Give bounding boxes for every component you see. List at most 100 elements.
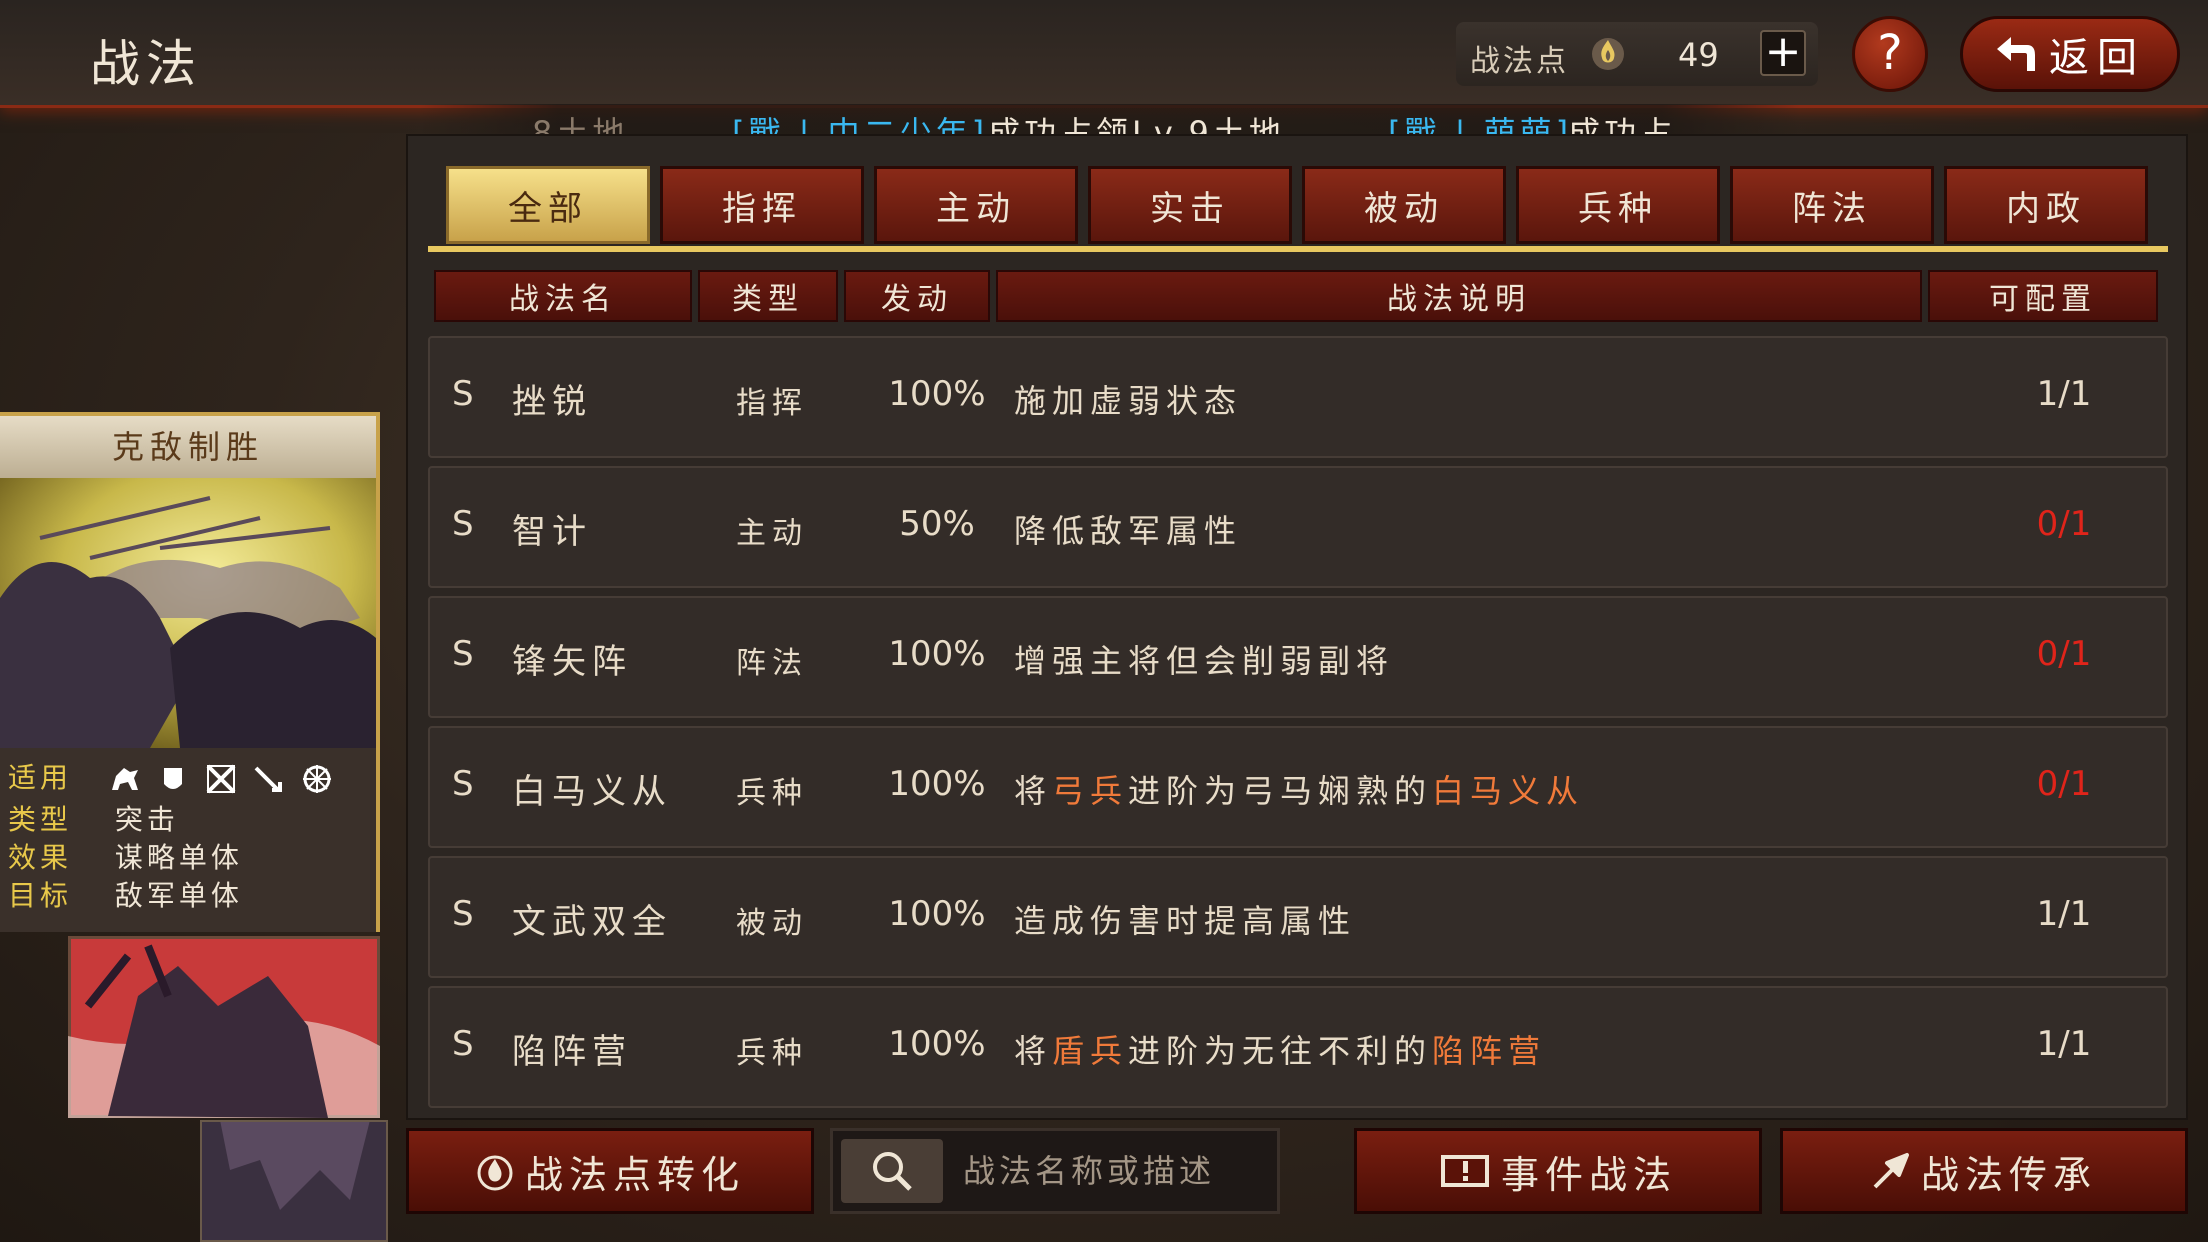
grade: S bbox=[452, 764, 480, 804]
category-tabs: 全部 指挥 主动 实击 被动 兵种 阵法 内政 bbox=[446, 166, 2148, 248]
tactic-type: 兵种 bbox=[736, 776, 808, 811]
grade: S bbox=[452, 634, 480, 674]
inherit-arrow-icon bbox=[1873, 1153, 1909, 1189]
table-row[interactable]: S 陷阵营 兵种 100% 将盾兵进阶为无往不利的陷阵营 1/1 bbox=[428, 986, 2168, 1108]
table-row[interactable]: S 锋矢阵 阵法 100% 增强主将但会削弱副将 0/1 bbox=[428, 596, 2168, 718]
tactic-description: 降低敌军属性 bbox=[1014, 512, 1243, 550]
type-value: 突击 bbox=[114, 803, 179, 836]
tab-command[interactable]: 指挥 bbox=[660, 166, 864, 244]
type-label: 类型 bbox=[8, 803, 73, 836]
tab-active[interactable]: 主动 bbox=[874, 166, 1078, 244]
tab-passive[interactable]: 被动 bbox=[1302, 166, 1506, 244]
tactic-name: 智计 bbox=[512, 512, 592, 552]
config-count: 1/1 bbox=[2036, 1024, 2092, 1064]
search-icon bbox=[873, 1152, 912, 1191]
back-button[interactable]: 返回 bbox=[1960, 16, 2180, 92]
trigger-rate: 100% bbox=[888, 374, 986, 414]
effect-label: 效果 bbox=[8, 841, 73, 874]
cavalry-icon bbox=[112, 768, 138, 790]
config-count: 1/1 bbox=[2036, 374, 2092, 414]
tactic-points-label: 战法点 bbox=[1470, 44, 1569, 79]
cavalry-charge-illustration bbox=[0, 478, 376, 748]
grade: S bbox=[452, 894, 480, 934]
card-info: 适用 类型 突击 效果 谋略单体 目标 敌军单体 bbox=[0, 748, 376, 932]
table-row[interactable]: S 智计 主动 50% 降低敌军属性 0/1 bbox=[428, 466, 2168, 588]
effect-value: 谋略单体 bbox=[114, 841, 243, 874]
tactic-name: 锋矢阵 bbox=[512, 642, 632, 682]
search-box[interactable] bbox=[830, 1128, 1280, 1214]
tab-assault[interactable]: 实击 bbox=[1088, 166, 1292, 244]
back-arrow-icon bbox=[1997, 37, 2035, 71]
grade: S bbox=[452, 504, 480, 544]
tactic-description: 将弓兵进阶为弓马娴熟的白马义从 bbox=[1014, 772, 1585, 810]
add-points-button[interactable]: + bbox=[1760, 30, 1806, 76]
tactic-type: 被动 bbox=[736, 906, 808, 941]
target-row: 目标 敌军单体 bbox=[8, 874, 243, 914]
tactic-type: 阵法 bbox=[736, 646, 808, 681]
tactic-points-value: 49 bbox=[1678, 36, 1719, 74]
tactic-description: 增强主将但会削弱副将 bbox=[1014, 642, 1395, 680]
table-row[interactable]: S 文武双全 被动 100% 造成伤害时提高属性 1/1 bbox=[428, 856, 2168, 978]
third-tactic-card[interactable] bbox=[200, 1120, 388, 1242]
column-header-name[interactable]: 战法名 bbox=[434, 270, 692, 322]
column-header-desc: 战法说明 bbox=[996, 270, 1922, 322]
apply-row: 适用 bbox=[8, 756, 331, 796]
effect-row: 效果 谋略单体 bbox=[8, 836, 243, 876]
grade: S bbox=[452, 1024, 480, 1064]
tab-all[interactable]: 全部 bbox=[446, 166, 650, 244]
tactic-name: 挫锐 bbox=[512, 382, 592, 422]
tactics-panel: 全部 指挥 主动 实击 被动 兵种 阵法 内政 战法名 类型 发动 战法说明 可… bbox=[406, 134, 2188, 1120]
tactic-type: 主动 bbox=[736, 516, 808, 551]
trigger-rate: 100% bbox=[888, 634, 986, 674]
config-count: 0/1 bbox=[2036, 634, 2092, 674]
convert-points-button[interactable]: 战法点转化 bbox=[406, 1128, 814, 1214]
table-row[interactable]: S 挫锐 指挥 100% 施加虚弱状态 1/1 bbox=[428, 336, 2168, 458]
trigger-rate: 100% bbox=[888, 894, 986, 934]
tab-formation[interactable]: 阵法 bbox=[1730, 166, 1934, 244]
column-header-type[interactable]: 类型 bbox=[698, 270, 838, 322]
grade: S bbox=[452, 374, 480, 414]
trigger-rate: 100% bbox=[888, 764, 986, 804]
convert-points-label: 战法点转化 bbox=[524, 1152, 745, 1197]
tactic-inherit-button[interactable]: 战法传承 bbox=[1780, 1128, 2188, 1214]
event-scroll-icon bbox=[1440, 1155, 1489, 1187]
trigger-rate: 100% bbox=[888, 1024, 986, 1064]
tactic-inherit-label: 战法传承 bbox=[1920, 1152, 2097, 1197]
column-header-rate[interactable]: 发动 bbox=[844, 270, 990, 322]
target-label: 目标 bbox=[8, 879, 73, 912]
tab-domestic[interactable]: 内政 bbox=[1944, 166, 2148, 244]
flame-icon bbox=[477, 1155, 513, 1191]
second-tactic-card[interactable] bbox=[68, 936, 380, 1118]
target-value: 敌军单体 bbox=[114, 879, 243, 912]
tactic-description: 造成伤害时提高属性 bbox=[1014, 902, 1357, 940]
apply-label: 适用 bbox=[8, 761, 73, 794]
trigger-rate: 50% bbox=[899, 504, 975, 544]
card-title: 克敌制胜 bbox=[0, 416, 376, 478]
event-tactics-button[interactable]: 事件战法 bbox=[1354, 1128, 1762, 1214]
arms-icons bbox=[108, 762, 334, 796]
tactic-name: 陷阵营 bbox=[512, 1032, 632, 1072]
tactic-description: 将盾兵进阶为无往不利的陷阵营 bbox=[1014, 1032, 1547, 1070]
help-button[interactable]: ? bbox=[1852, 16, 1928, 92]
bow-icon bbox=[254, 766, 282, 792]
search-button[interactable] bbox=[841, 1139, 943, 1203]
tactic-name: 文武双全 bbox=[512, 902, 672, 942]
tactic-name: 白马义从 bbox=[512, 772, 672, 812]
event-tactics-label: 事件战法 bbox=[1500, 1152, 1677, 1197]
tactic-detail-card[interactable]: 克敌制胜 适用 类型 突击 效果 谋略单体 目标 敌军单体 bbox=[0, 412, 380, 932]
crossed-swords-icon bbox=[206, 764, 236, 794]
type-row: 类型 突击 bbox=[8, 798, 179, 838]
tactic-points-box: 战法点 49 + bbox=[1456, 22, 1818, 86]
config-count: 1/1 bbox=[2036, 894, 2092, 934]
ship-wheel-icon bbox=[303, 765, 331, 793]
search-input[interactable] bbox=[963, 1143, 1263, 1199]
config-count: 0/1 bbox=[2036, 764, 2092, 804]
top-bar: 战法 战法点 49 + ? 返回 bbox=[0, 0, 2208, 108]
table-row[interactable]: S 白马义从 兵种 100% 将弓兵进阶为弓马娴熟的白马义从 0/1 bbox=[428, 726, 2168, 848]
back-label: 返回 bbox=[2049, 35, 2145, 81]
page-title: 战法 bbox=[90, 35, 202, 93]
config-count: 0/1 bbox=[2036, 504, 2092, 544]
column-header-config[interactable]: 可配置 bbox=[1928, 270, 2158, 322]
tab-troop[interactable]: 兵种 bbox=[1516, 166, 1720, 244]
flame-icon bbox=[1592, 38, 1624, 70]
